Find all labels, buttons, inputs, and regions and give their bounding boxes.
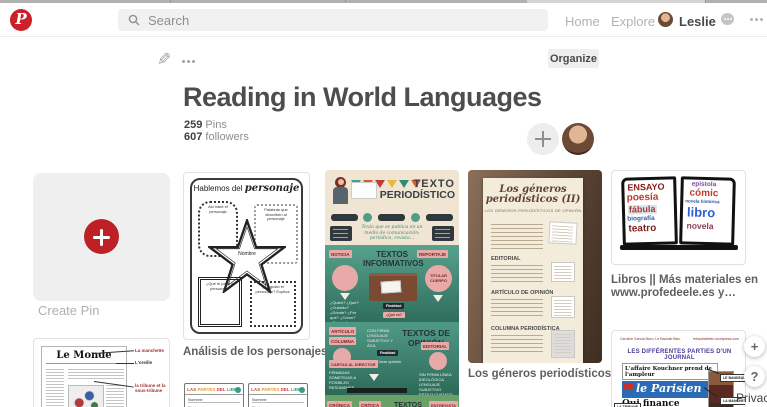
feature-block: [432, 226, 454, 241]
partes-badge: [299, 387, 305, 393]
firmadas-text: FIRMADAS SOMETIDAS A POSIBLES RESÚMENES: [329, 370, 356, 390]
search-icon: [128, 14, 140, 26]
worksheet-box: ¿Te gustó el personaje? Explica.: [250, 281, 296, 327]
feature-block: [330, 226, 352, 241]
follower-count[interactable]: 607 followers: [184, 131, 249, 143]
pin-texto-periodistico[interactable]: TEXTO PERIODÍSTICO Texto que se publica …: [325, 170, 459, 407]
diagram-label: la tribune et la sous-tribune: [135, 383, 166, 393]
pin-personajes-caption[interactable]: Análisis de los personajes: [183, 346, 327, 359]
cloud-word: novela: [686, 220, 714, 232]
con-firma-text: CON FIRMA LENGUAJE SUBJETIVO Y ÁGIL: [367, 328, 393, 348]
create-pin-card[interactable]: [33, 173, 170, 301]
pin-lemonde[interactable]: Le Monde La manchette L'oreille la tribu…: [33, 338, 170, 407]
worksheet-box: ¿Qué le pasa al personaje?: [198, 277, 242, 327]
messages-icon[interactable]: [721, 13, 734, 25]
cloud-word: teatro: [628, 222, 657, 235]
board-owner-avatar[interactable]: [562, 123, 594, 155]
whiteboard-shape: [351, 182, 377, 199]
news-thumbnail: [551, 296, 575, 318]
nav-more-icon[interactable]: [755, 18, 758, 21]
nav-home-link[interactable]: Home: [565, 14, 600, 29]
tag-finalidad2: Finalidad: [377, 350, 399, 356]
board-title: Reading in World Languages: [183, 82, 542, 112]
pin-libros[interactable]: ENSAYO poesía fábula biografía teatro ep…: [611, 170, 746, 265]
nav-explore-link[interactable]: Explore: [611, 14, 655, 29]
newspaper-photo: [68, 385, 104, 407]
user-name: Leslie: [679, 14, 716, 29]
pin-generos[interactable]: Los géneros periodísticos (II) LOS GÉNER…: [468, 170, 602, 363]
parisien-masthead: le Parisien: [622, 381, 718, 398]
tag-cartas: CARTAS AL DIRECTOR: [329, 360, 378, 368]
infographic-title: TEXTO PERIODÍSTICO: [379, 178, 455, 201]
parisien-title: LES DIFFÉRENTES PARTIES D'UN JOURNAL: [627, 349, 732, 361]
tag-noticia: NOTICIA: [329, 250, 352, 258]
doc-title: Los géneros periodísticos (II): [485, 184, 581, 205]
worksheet-title: Hablemos del: [193, 184, 243, 193]
partes-field: Nombre:: [188, 397, 240, 403]
ficha-circle: [332, 265, 358, 291]
edit-board-icon[interactable]: ✎: [157, 50, 171, 70]
partes-title: LAS: [251, 387, 261, 392]
search-input[interactable]: [148, 11, 528, 29]
doc-section: EDITORIAL: [491, 256, 521, 262]
book-shape: [620, 245, 738, 250]
invite-plus-button[interactable]: [527, 123, 559, 155]
journal-label: LE BANDEAU: [720, 374, 745, 382]
cloud-word: poesía: [626, 191, 659, 204]
tag-editorial: EDITORIAL: [421, 342, 450, 350]
pin-libros-caption[interactable]: Libros || Más materiales en www.profedee…: [611, 274, 758, 300]
tag-reportaje: REPORTAJE: [417, 250, 449, 258]
headline: L'affaire Kouchner prend de l'ampleur: [622, 363, 718, 380]
pinterest-logo[interactable]: P: [10, 9, 32, 31]
pin-partes-card[interactable]: LAS PARTES DEL LIBRO Nombre: Fecha:: [248, 383, 308, 407]
tag-entrevista: ENTREVISTA: [429, 401, 459, 407]
sec3-title: TEXTOS MIXTOS: [394, 402, 422, 407]
crear-opinion-text: Crear opinión: [377, 359, 402, 364]
cloud-word: fábula: [627, 203, 657, 215]
board-stats: 259 Pins 607 followers: [184, 119, 249, 143]
doc-subtitle: LOS GÉNEROS PERIODÍSTICOS DE OPINIÓN: [484, 208, 582, 213]
partes-badge: [235, 387, 241, 393]
help-fab[interactable]: ?: [744, 366, 765, 387]
doc-section: ARTÍCULO DE OPINIÓN: [491, 290, 554, 296]
board-options-icon[interactable]: [187, 60, 190, 63]
infographic-intro: Texto que se publica en un medio de comu…: [361, 225, 423, 241]
news-thumbnail: [551, 330, 575, 358]
pin-parisien[interactable]: Caroline García Moro: Le Baobab Bleu leb…: [611, 330, 746, 407]
journal-label: LA TRIBUNE: [614, 403, 642, 407]
credit-url: lebaobabbleu.wordpress.com: [693, 337, 739, 341]
search-box: [118, 9, 548, 31]
diagram-label: L'oreille: [135, 360, 153, 365]
news-thumbnail: [551, 262, 575, 282]
cloud-word: libro: [686, 204, 716, 221]
pin-count: 259 Pins: [184, 119, 227, 131]
titular-circle: TITULAR CUERPO: [425, 265, 452, 292]
desk-illustration: [369, 273, 417, 301]
create-pin-icon: [84, 219, 119, 254]
organize-button[interactable]: Organize: [548, 49, 599, 68]
pinterest-board-page: P Home Explore Leslie ✎ Organize Reading…: [0, 0, 767, 407]
doc-section: COLUMNA PERIODÍSTICA: [491, 326, 560, 332]
tag-articulo: ARTÍCULO: [329, 327, 357, 335]
create-pin-label[interactable]: Create Pin: [38, 303, 99, 318]
partes-title: LAS: [187, 387, 197, 392]
tag-finalidad: Finalidad: [383, 303, 405, 309]
tag-critica: CRÍTICA: [359, 401, 382, 407]
tag-columna: COLUMNA: [329, 337, 356, 345]
pin-personajes[interactable]: Hablemos del personaje Así hace el perso…: [183, 172, 310, 340]
user-avatar: [658, 12, 673, 27]
tag-cronica: CRÓNICA: [327, 401, 352, 407]
top-navbar: P Home Explore Leslie: [0, 3, 767, 37]
pin-generos-caption[interactable]: Los géneros periodísticos (II): [468, 368, 628, 381]
sec1-title: TEXTOS INFORMATIVOS: [363, 250, 424, 268]
credit-text: Caroline García Moro: Le Baobab Bleu: [620, 337, 681, 341]
pin-partes-card[interactable]: LAS PARTES DEL LIBRO Nombre: Fecha:: [184, 383, 244, 407]
plus-fab[interactable]: +: [744, 336, 765, 357]
news-thumbnail: [548, 221, 578, 245]
diagram-label: La manchette: [135, 348, 165, 353]
tag-que-es: ¿Qué es?: [383, 312, 405, 318]
star-label: Nombre: [238, 251, 256, 257]
privacy-link[interactable]: Privac: [736, 391, 767, 405]
partes-field: Nombre:: [252, 397, 304, 403]
